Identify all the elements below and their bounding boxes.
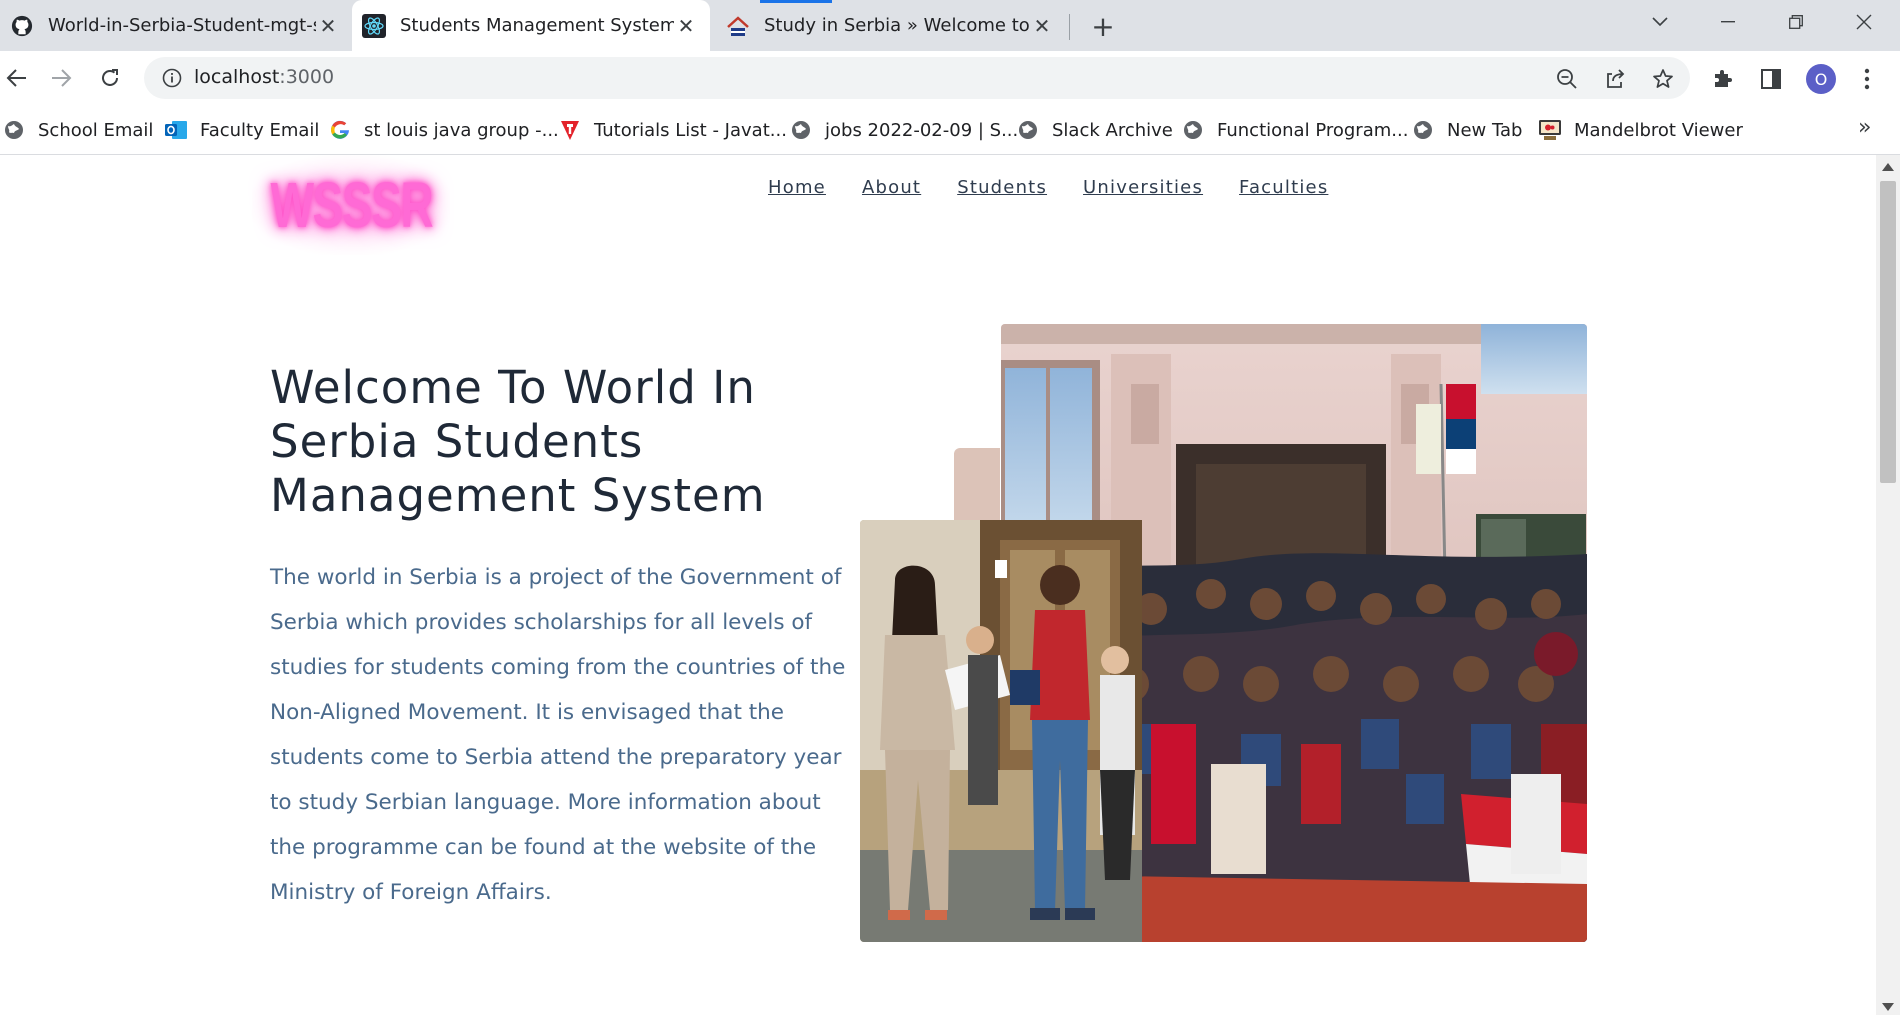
tab-search-icon[interactable] xyxy=(1626,0,1694,44)
zoom-out-icon[interactable] xyxy=(1554,66,1580,92)
site-logo[interactable]: WSSSR xyxy=(252,155,450,255)
scroll-up-arrow[interactable] xyxy=(1882,163,1894,171)
reload-button[interactable] xyxy=(93,61,127,95)
bookmark-school-email[interactable]: School Email xyxy=(2,116,153,144)
close-icon[interactable]: ✕ xyxy=(1030,14,1054,38)
bookmark-mandelbrot-viewer[interactable]: Mandelbrot Viewer xyxy=(1538,116,1743,144)
hero-photo-diploma-handover xyxy=(860,520,1142,942)
back-button[interactable] xyxy=(0,61,34,95)
forward-button[interactable] xyxy=(44,61,78,95)
menu-icon[interactable] xyxy=(1853,65,1881,93)
scroll-down-arrow[interactable] xyxy=(1882,1003,1894,1011)
bookmark-slack-archive[interactable]: Slack Archive xyxy=(1016,116,1173,144)
mandelbrot-icon xyxy=(1538,118,1562,142)
restore-button[interactable] xyxy=(1762,0,1830,44)
bookmark-st-louis-java-group[interactable]: st louis java group -... xyxy=(328,116,559,144)
site-nav: Home About Students Universities Faculti… xyxy=(768,177,1328,198)
nav-link-faculties[interactable]: Faculties xyxy=(1239,177,1328,198)
close-icon[interactable]: ✕ xyxy=(316,14,340,38)
page-viewport: WSSSR Home About Students Universities F… xyxy=(0,155,1876,1015)
tab-title: Study in Serbia » Welcome to Ser xyxy=(764,15,1030,36)
profile-avatar[interactable]: O xyxy=(1806,64,1836,94)
hero-description: The world in Serbia is a project of the … xyxy=(270,565,846,905)
bookmark-jobs[interactable]: jobs 2022-02-09 | S... xyxy=(789,116,1018,144)
close-window-button[interactable] xyxy=(1830,0,1898,44)
bookmark-functional-programming[interactable]: Functional Program... xyxy=(1181,116,1408,144)
globe-icon xyxy=(789,118,813,142)
react-icon xyxy=(362,13,386,38)
hero-title: Welcome To World In Serbia Students Mana… xyxy=(270,361,766,522)
tab-title: World-in-Serbia-Student-mgt-sy xyxy=(48,15,316,36)
nav-link-home[interactable]: Home xyxy=(768,177,826,198)
tab-study-in-serbia[interactable]: Study in Serbia » Welcome to Ser ✕ xyxy=(716,0,1066,51)
study-in-serbia-icon xyxy=(726,14,750,38)
google-icon xyxy=(328,118,352,142)
tab-separator xyxy=(1069,14,1070,40)
javatpoint-icon xyxy=(558,118,582,142)
tab-title: Students Management System xyxy=(400,15,674,36)
new-tab-button[interactable]: + xyxy=(1086,9,1120,43)
minimize-button[interactable] xyxy=(1694,0,1762,44)
bookmark-star-icon[interactable] xyxy=(1650,66,1676,92)
tab-strip: World-in-Serbia-Student-mgt-sy ✕ Student… xyxy=(0,0,1900,51)
browser-toolbar: localhost:3000 O xyxy=(0,51,1900,105)
chevron-more-icon[interactable]: » xyxy=(1858,115,1871,140)
globe-icon xyxy=(1181,118,1205,142)
tab-github[interactable]: World-in-Serbia-Student-mgt-sy ✕ xyxy=(0,0,352,51)
globe-icon xyxy=(1411,118,1435,142)
share-icon[interactable] xyxy=(1602,66,1628,92)
bookmark-faculty-email[interactable]: Faculty Email xyxy=(164,116,319,144)
page-scrollbar[interactable] xyxy=(1876,155,1900,1015)
nav-link-about[interactable]: About xyxy=(862,177,921,198)
outlook-icon xyxy=(164,118,188,142)
tab-students-management[interactable]: Students Management System ✕ xyxy=(352,0,710,51)
globe-icon xyxy=(2,118,26,142)
info-icon[interactable] xyxy=(160,66,184,90)
url-text: localhost:3000 xyxy=(194,66,335,88)
close-icon[interactable]: ✕ xyxy=(674,14,698,38)
github-icon xyxy=(10,14,34,38)
side-panel-icon[interactable] xyxy=(1757,65,1785,93)
bookmark-tutorials-list[interactable]: Tutorials List - Javat... xyxy=(558,116,787,144)
extensions-icon[interactable] xyxy=(1709,65,1737,93)
address-bar[interactable]: localhost:3000 xyxy=(144,57,1690,99)
bookmarks-bar: School Email Faculty Email st louis java… xyxy=(0,105,1900,155)
globe-icon xyxy=(1016,118,1040,142)
bookmark-new-tab[interactable]: New Tab xyxy=(1411,116,1522,144)
nav-link-universities[interactable]: Universities xyxy=(1083,177,1203,198)
scrollbar-thumb[interactable] xyxy=(1880,181,1896,483)
nav-link-students[interactable]: Students xyxy=(957,177,1047,198)
